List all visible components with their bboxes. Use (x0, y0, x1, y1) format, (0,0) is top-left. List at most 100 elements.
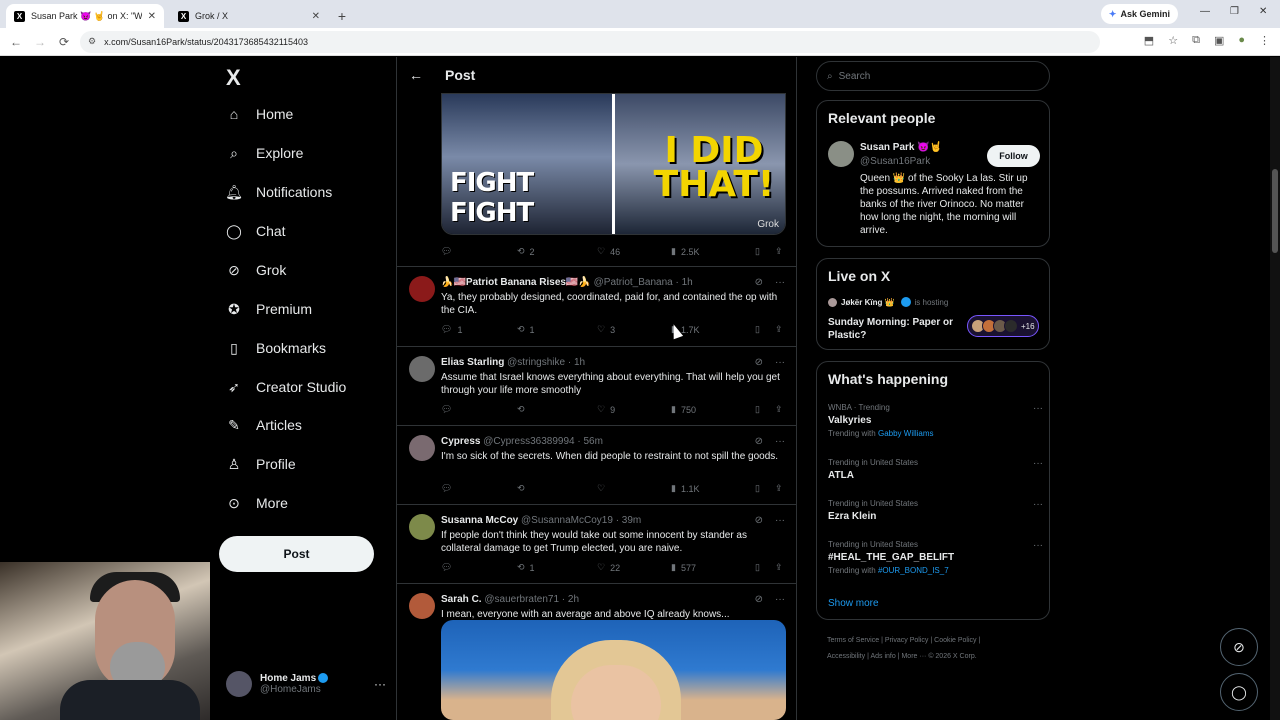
reply-button[interactable]: 💬︎ (441, 246, 517, 257)
avatar[interactable] (409, 514, 435, 540)
more-options-icon[interactable]: ··· (775, 357, 785, 368)
avatar[interactable] (409, 276, 435, 302)
nav-grok[interactable]: ⊘ Grok (226, 262, 286, 279)
person-name[interactable]: Susan Park 😈🤘 (860, 142, 942, 153)
author-name[interactable]: Elias Starling (441, 357, 504, 368)
more-options-icon[interactable]: ··· (775, 277, 785, 288)
footer-link[interactable]: Privacy Policy (885, 637, 929, 644)
back-icon[interactable]: ← (4, 35, 28, 49)
forward-icon[interactable]: → (28, 35, 52, 49)
tweet-time[interactable]: · 1h (568, 357, 585, 368)
reply-button[interactable]: 💬︎ (441, 404, 517, 415)
reply-tweet[interactable]: Elias Starling @stringshike · 1h ⊘ ··· As… (397, 346, 796, 425)
author-handle[interactable]: @SusannaMcCoy19 (521, 515, 613, 526)
footer-link[interactable]: Accessibility (827, 653, 865, 660)
trend-link[interactable]: #OUR_BOND_IS_7 (878, 566, 949, 575)
reply-button[interactable]: 💬︎ (441, 483, 517, 494)
nav-more[interactable]: ⊙ More (226, 495, 288, 512)
tab-susan-park[interactable]: X Susan Park 😈 🤘 on X: "Wow... ✕ (6, 4, 164, 28)
reply-tweet[interactable]: Sarah C. @sauerbraten71 · 2h ⊘ ··· I mean… (397, 583, 796, 720)
nav-home[interactable]: ⌂ Home (226, 106, 294, 122)
like-button[interactable]: ♡ 3 (597, 324, 671, 335)
more-options-icon[interactable]: ··· (1033, 499, 1043, 510)
reply-button[interactable]: 💬︎ (441, 562, 517, 573)
person-handle[interactable]: @Susan16Park (860, 156, 930, 167)
reply-tweet[interactable]: Susanna McCoy @SusannaMcCoy19 · 39m ⊘ ···… (397, 504, 796, 583)
tweet-time[interactable]: · 39m (616, 515, 642, 526)
views-button[interactable]: ▮ 577 (671, 562, 755, 573)
repost-button[interactable]: ⟲ 1 (517, 324, 597, 335)
tweet-media[interactable] (441, 620, 786, 720)
space-listeners-pill[interactable]: +16 (967, 315, 1039, 337)
space-title[interactable]: Sunday Morning: Paper or Plastic? (828, 316, 968, 342)
close-window-icon[interactable]: ✕ (1259, 6, 1267, 17)
bookmark-button[interactable]: ▯ (755, 404, 775, 415)
reload-icon[interactable]: ⟳ (52, 35, 76, 49)
nav-premium[interactable]: ✪ Premium (226, 301, 312, 318)
menu-icon[interactable]: ⋮ (1259, 34, 1270, 47)
profile-avatar-icon[interactable]: ● (1238, 34, 1245, 47)
reply-button[interactable]: 💬︎ 1 (441, 324, 517, 335)
share-button[interactable]: ⇪ (775, 324, 785, 335)
reply-tweet[interactable]: Cypress @Cypress36389994 · 56m ⊘ ··· I'm … (397, 425, 796, 504)
author-name[interactable]: Susanna McCoy (441, 515, 518, 526)
grok-icon[interactable]: ⊘ (755, 357, 763, 368)
bookmark-button[interactable]: ▯ (755, 246, 775, 257)
show-more-link[interactable]: Show more (828, 598, 879, 609)
ask-gemini-button[interactable]: ✦ Ask Gemini (1100, 4, 1178, 24)
address-bar[interactable]: ⚙ x.com/Susan16Park/status/2043173685432… (80, 30, 1100, 53)
bookmark-button[interactable]: ▯ (755, 324, 775, 335)
views-button[interactable]: ▮ 750 (671, 404, 755, 415)
trend-item[interactable]: Trending in United States ATLA ··· (828, 458, 1043, 481)
bookmark-button[interactable]: ▯ (755, 562, 775, 573)
close-icon[interactable]: ✕ (312, 11, 320, 22)
more-options-icon[interactable]: ··· (775, 594, 785, 605)
nav-bookmarks[interactable]: ▯ Bookmarks (226, 340, 326, 357)
author-handle[interactable]: @Cypress36389994 (483, 436, 574, 447)
views-button[interactable]: ▮ 2.5K (671, 246, 755, 257)
grok-fab-button[interactable]: ⊘ (1220, 628, 1258, 666)
account-switcher[interactable]: Home Jams @HomeJams ··· (226, 671, 386, 697)
new-tab-button[interactable]: + (332, 4, 352, 28)
more-options-icon[interactable]: ··· (1033, 403, 1043, 414)
scrollbar[interactable] (1270, 57, 1280, 720)
footer-link[interactable]: Cookie Policy (934, 637, 976, 644)
nav-notifications[interactable]: 🔔︎ Notifications (225, 184, 332, 201)
grok-icon[interactable]: ⊘ (755, 594, 763, 605)
author-name[interactable]: Sarah C. (441, 594, 482, 605)
like-button[interactable]: ♡ (597, 483, 671, 494)
more-options-icon[interactable]: ··· (775, 515, 785, 526)
trend-link[interactable]: Gabby Williams (878, 429, 934, 438)
repost-button[interactable]: ⟲ (517, 404, 597, 415)
nav-profile[interactable]: ♙ Profile (226, 456, 296, 473)
scrollbar-thumb[interactable] (1272, 169, 1278, 253)
tab-grok[interactable]: X Grok / X ✕ (170, 4, 328, 28)
grok-icon[interactable]: ⊘ (755, 436, 763, 447)
author-name[interactable]: 🍌🇺🇸Patriot Banana Rises🇺🇸🍌 (441, 277, 591, 288)
tweet-time[interactable]: · 56m (577, 436, 603, 447)
follow-button[interactable]: Follow (987, 145, 1040, 167)
like-button[interactable]: ♡ 9 (597, 404, 671, 415)
footer-link[interactable]: Terms of Service (827, 637, 879, 644)
author-handle[interactable]: @sauerbraten71 (484, 594, 559, 605)
share-button[interactable]: ⇪ (775, 483, 785, 494)
search-input[interactable]: ⌕ Search (816, 61, 1050, 91)
trend-item[interactable]: WNBA · Trending Valkyries Trending with … (828, 403, 1043, 438)
avatar[interactable] (409, 435, 435, 461)
account-more-icon[interactable]: ··· (374, 677, 386, 691)
bookmark-button[interactable]: ▯ (755, 483, 775, 494)
chat-fab-button[interactable]: ◯ (1220, 673, 1258, 711)
more-options-icon[interactable]: ··· (1033, 458, 1043, 469)
bookmark-star-icon[interactable]: ☆ (1168, 34, 1178, 47)
extensions-icon[interactable]: ⧉ (1192, 34, 1200, 47)
maximize-icon[interactable]: ❐ (1230, 6, 1239, 17)
author-handle[interactable]: @stringshike (507, 357, 565, 368)
sidepanel-icon[interactable]: ▣ (1214, 34, 1224, 47)
back-arrow-icon[interactable]: ← (409, 67, 423, 83)
x-logo-icon[interactable]: X (226, 65, 241, 91)
nav-creator-studio[interactable]: ➶ Creator Studio (226, 379, 346, 396)
share-button[interactable]: ⇪ (775, 246, 785, 257)
reply-tweet[interactable]: 🍌🇺🇸Patriot Banana Rises🇺🇸🍌 @Patriot_Bana… (397, 266, 796, 346)
grok-icon[interactable]: ⊘ (755, 515, 763, 526)
footer-link[interactable]: More ··· (901, 653, 926, 660)
